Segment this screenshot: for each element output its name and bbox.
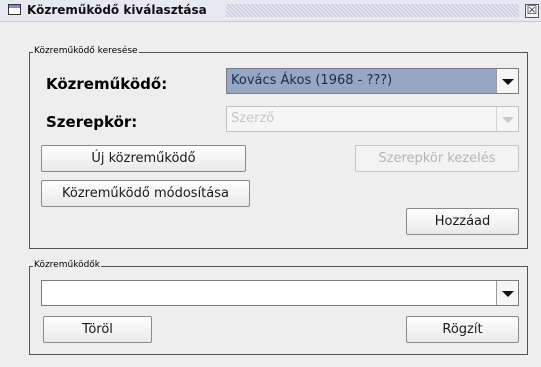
close-icon[interactable]: ☒ — [525, 4, 539, 18]
delete-button[interactable]: Töröl — [43, 316, 152, 343]
contributor-value: Kovács Ákos (1968 - ???) — [231, 73, 393, 88]
window-icon — [8, 4, 21, 15]
dropdown-arrow-icon[interactable] — [496, 281, 518, 305]
role-value: Szerző — [231, 111, 275, 126]
contributors-combobox[interactable] — [41, 280, 519, 306]
title-bar: Közreműködő kiválasztása ☒ — [0, 0, 541, 22]
window-title: Közreműködő kiválasztása — [27, 3, 207, 17]
role-combobox[interactable]: Szerző — [226, 106, 519, 132]
contributor-combobox[interactable]: Kovács Ákos (1968 - ???) — [226, 68, 519, 94]
contributor-label: Közreműködő: — [46, 75, 168, 93]
dropdown-arrow-icon[interactable] — [496, 107, 518, 131]
add-button[interactable]: Hozzáad — [406, 208, 519, 235]
title-bar-pattern — [226, 4, 519, 17]
role-management-button[interactable]: Szerepkör kezelés — [355, 145, 519, 172]
modify-contributor-button[interactable]: Közreműködő módosítása — [41, 180, 250, 207]
search-group-legend: Közreműködő keresése — [33, 46, 139, 56]
save-button[interactable]: Rögzít — [406, 316, 519, 343]
role-label: Szerepkör: — [46, 113, 138, 131]
dropdown-arrow-icon[interactable] — [496, 69, 518, 93]
new-contributor-button[interactable]: Új közreműködő — [41, 145, 246, 172]
contributors-group-legend: Közreműködők — [33, 260, 102, 270]
